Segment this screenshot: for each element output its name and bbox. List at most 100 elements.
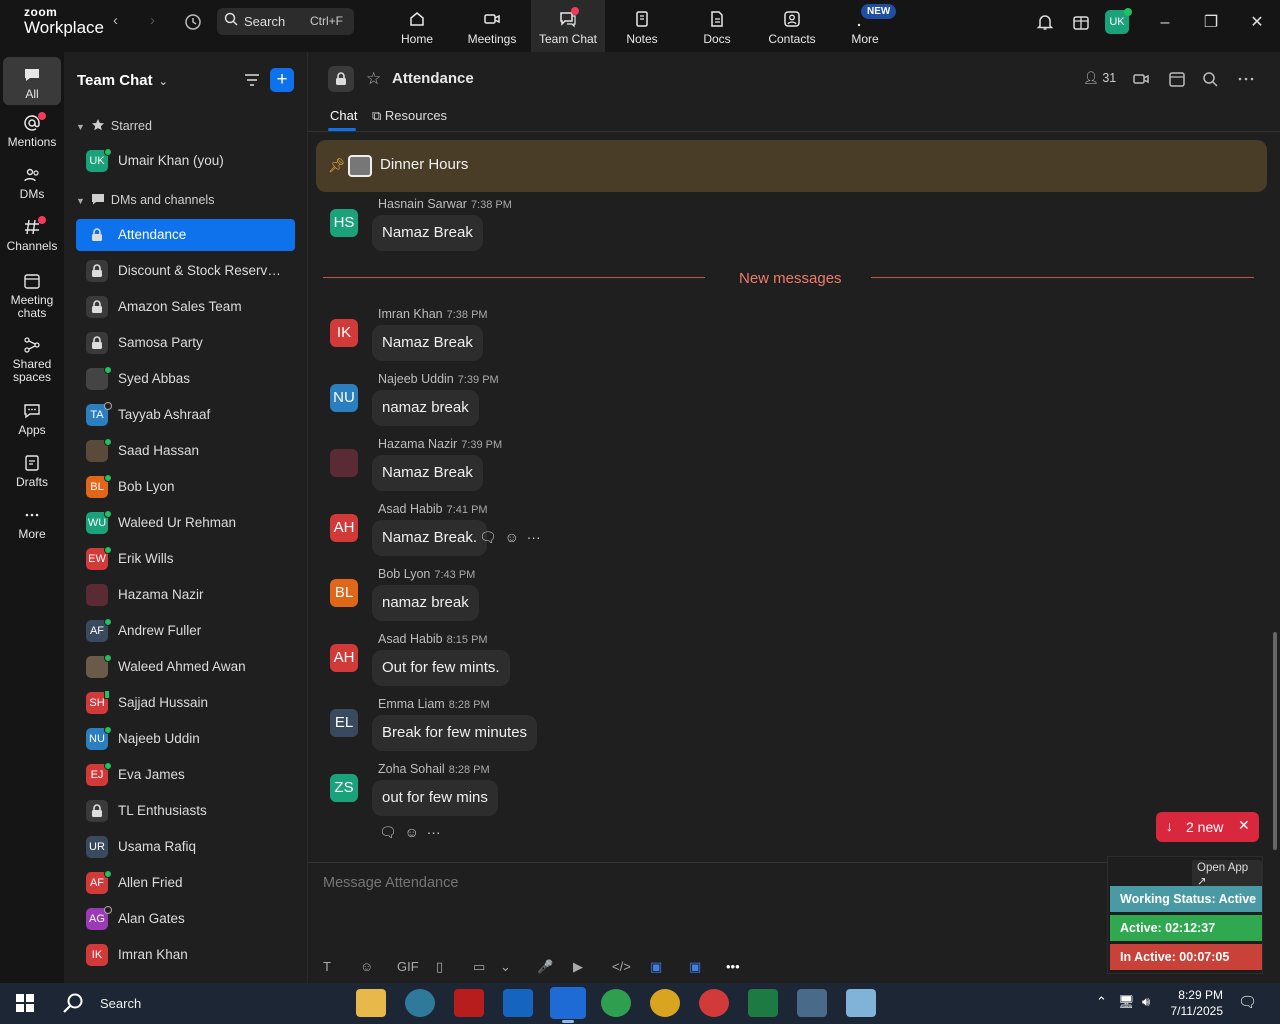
message-bubble[interactable]: Namaz Break. [372,520,488,556]
avatar[interactable]: BL [330,579,358,607]
sidebar-item[interactable]: TA Tayyab Ashraaf [76,399,295,431]
avatar[interactable] [330,449,358,477]
members-count[interactable]: 👤︎ 31 [1083,71,1116,86]
composer-tool-icon[interactable]: ••• [726,959,740,974]
composer-tool-icon[interactable]: ▣ [650,959,662,975]
sidebar-item[interactable]: EJ Eva James [76,759,295,791]
composer-tool-icon[interactable]: ▭ [473,959,485,975]
message-bubble[interactable]: Out for few mints. [372,650,510,686]
rail-dms[interactable]: DMs [3,166,61,201]
video-call-icon[interactable] [1132,70,1150,88]
chrome-icon[interactable] [601,989,631,1017]
sidebar-item[interactable]: Amazon Sales Team [76,291,295,323]
sidebar-item[interactable]: AF Andrew Fuller [76,615,295,647]
back-arrow-icon[interactable]: ‹ [113,11,118,31]
avatar[interactable]: AH [330,644,358,672]
emoji-react-icon[interactable]: ☺ [505,529,519,545]
composer-tool-icon[interactable]: ⌄ [500,959,511,975]
avatar[interactable]: IK [330,319,358,347]
message-bubble[interactable]: namaz break [372,390,479,426]
rail-shared-spaces[interactable]: Shared spaces [3,336,61,384]
composer-tool-icon[interactable]: ▶ [573,959,583,975]
new-chat-button[interactable]: + [270,68,294,92]
calendar-gift-icon[interactable] [1072,13,1090,31]
avatar[interactable]: EL [330,709,358,737]
tab-meetings[interactable]: Meetings [455,0,529,52]
sidebar-item[interactable]: Hazama Nazir [76,579,295,611]
sidebar-item[interactable]: Saad Hassan [76,435,295,467]
ellipsis-icon[interactable] [1237,70,1255,88]
zoom-taskbar-icon[interactable] [550,987,586,1019]
calculator-icon[interactable] [797,989,827,1017]
message-author[interactable]: Najeeb Uddin [378,372,454,386]
sidebar-item-umair-khan[interactable]: UK Umair Khan (you) [76,145,295,177]
sidebar-item[interactable]: Samosa Party [76,327,295,359]
bell-icon[interactable] [1036,13,1054,31]
chrome-icon[interactable] [699,989,729,1017]
sidebar-item[interactable]: EW Erik Wills [76,543,295,575]
history-icon[interactable] [184,13,202,31]
network-icon[interactable]: 🖥︎ [1118,994,1135,1010]
ellipsis-icon[interactable]: ··· [527,529,541,545]
star-outline-icon[interactable]: ☆ [366,70,381,87]
sidebar-item[interactable]: Syed Abbas [76,363,295,395]
rail-drafts[interactable]: Drafts [3,454,61,489]
tab-docs[interactable]: Docs [680,0,754,52]
message-author[interactable]: Zoha Sohail [378,762,445,776]
app-icon[interactable] [846,989,876,1017]
composer-tool-icon[interactable]: GIF [397,959,419,974]
excel-icon[interactable] [748,989,778,1017]
message-bubble[interactable]: Break for few minutes [372,715,538,751]
app-icon[interactable] [405,989,435,1017]
sidebar-item[interactable]: BL Bob Lyon [76,471,295,503]
sidebar-item[interactable]: AF Allen Fried [76,867,295,899]
sidebar-item[interactable]: SH Sajjad Hussain [76,687,295,719]
message-scrollbar[interactable] [1270,132,1279,862]
sidebar-item[interactable]: Waleed Ahmed Awan [76,651,295,683]
composer-tool-icon[interactable]: </> [612,959,631,974]
rail-mentions[interactable]: Mentions [3,114,61,149]
composer-tool-icon[interactable]: ▯ [436,959,443,975]
message-bubble[interactable]: Namaz Break [372,215,483,251]
message-bubble[interactable]: Namaz Break [372,325,483,361]
tab-resources[interactable]: ⧉ Resources [372,108,447,124]
windows-start-icon[interactable] [16,994,34,1012]
message-author[interactable]: Bob Lyon [378,567,430,581]
outlook-icon[interactable] [503,989,533,1017]
composer-tool-icon[interactable]: T [323,959,331,974]
tab-home[interactable]: Home [380,0,454,52]
composer-tool-icon[interactable]: ▣ [689,959,701,975]
tab-contacts[interactable]: Contacts [755,0,829,52]
new-messages-pill[interactable]: ↓ 2 new ✕ [1156,812,1259,842]
dms-section-header[interactable]: ▼ DMs and channels [76,192,214,207]
schedule-icon[interactable] [1168,70,1186,88]
reply-icon[interactable]: 🗨︎ [479,529,497,545]
minimize-button[interactable]: – [1155,13,1175,33]
rail-more[interactable]: More [3,506,61,541]
sidebar-item[interactable]: WU Waleed Ur Rehman [76,507,295,539]
ellipsis-icon[interactable]: ··· [427,824,441,840]
filter-icon[interactable] [244,72,260,88]
close-window-button[interactable]: ✕ [1247,13,1267,33]
sidebar-item[interactable]: AG Alan Gates [76,903,295,935]
close-icon[interactable]: ✕ [1238,817,1250,834]
file-explorer-icon[interactable] [356,989,386,1017]
message-author[interactable]: Emma Liam [378,697,445,711]
tab-team-chat[interactable]: Team Chat [531,0,605,52]
pinned-message-banner[interactable]: 📌︎ Dinner Hours [316,140,1267,192]
avatar[interactable]: ZS [330,774,358,802]
composer-tool-icon[interactable]: 🎤 [537,959,553,975]
rail-meeting-chats[interactable]: Meeting chats [3,272,61,320]
message-author[interactable]: Asad Habib [378,502,443,516]
search-box[interactable]: Search Ctrl+F [217,8,354,35]
message-author[interactable]: Hazama Nazir [378,437,457,451]
message-bubble[interactable]: Namaz Break [372,455,483,491]
sidebar-item[interactable]: IK Imran Khan [76,939,295,971]
chrome-icon[interactable] [650,989,680,1017]
channel-title[interactable]: Attendance [392,70,474,87]
notifications-icon[interactable]: 🗨︎ [1238,993,1257,1011]
message-author[interactable]: Asad Habib [378,632,443,646]
sidebar-item[interactable]: TL Enthusiasts [76,795,295,827]
filezilla-icon[interactable] [454,989,484,1017]
tab-notes[interactable]: Notes [605,0,679,52]
